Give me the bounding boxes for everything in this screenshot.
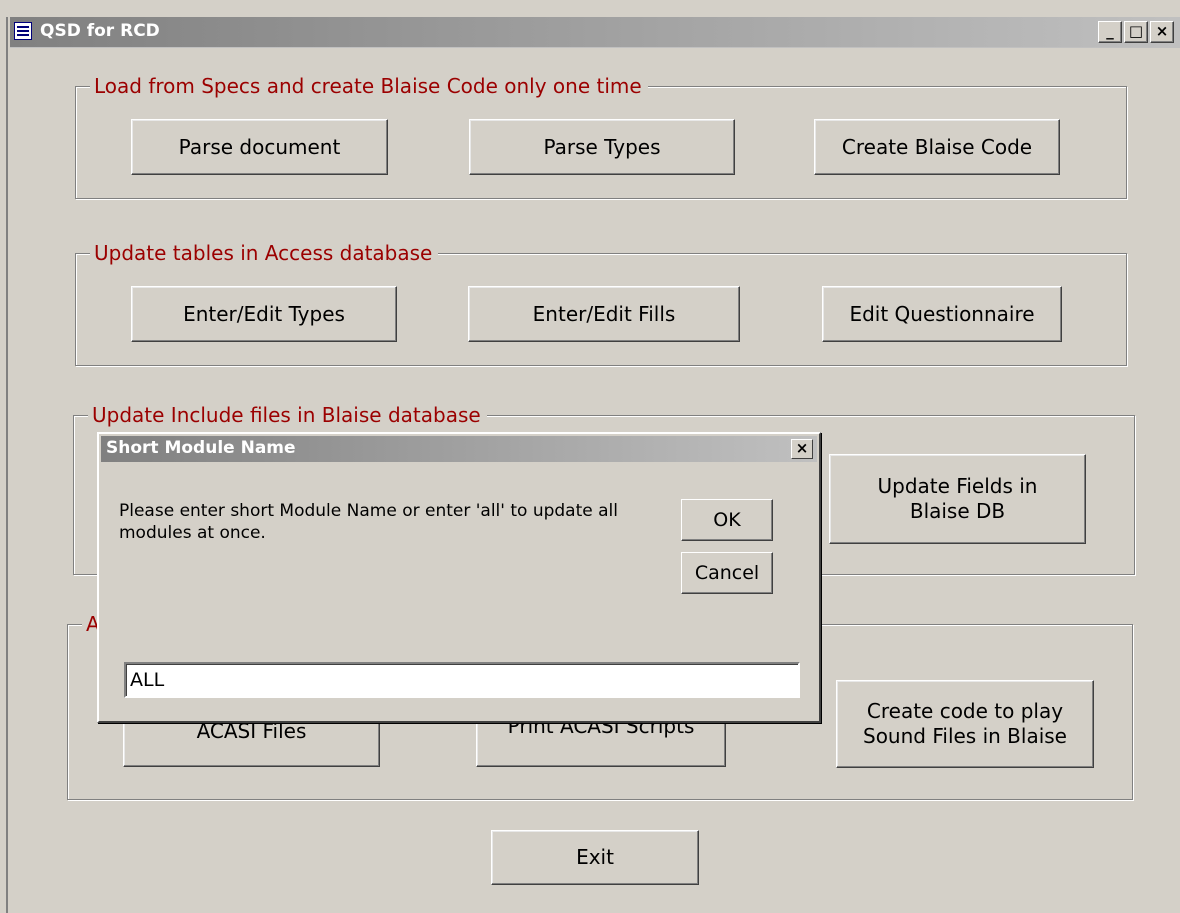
group-update-tables: Update tables in Access database Enter/E… xyxy=(75,241,1127,366)
minimize-button[interactable]: _ xyxy=(1098,21,1122,43)
dialog-message: Please enter short Module Name or enter … xyxy=(119,501,618,543)
parse-document-button[interactable]: Parse document xyxy=(131,119,388,175)
group-legend-load-from-specs: Load from Specs and create Blaise Code o… xyxy=(90,74,648,98)
dialog-title-bar[interactable]: Short Module Name × xyxy=(101,436,817,462)
window-left-border xyxy=(6,17,8,913)
cancel-button[interactable]: Cancel xyxy=(681,552,773,594)
exit-button[interactable]: Exit xyxy=(491,830,699,885)
group-legend-update-tables: Update tables in Access database xyxy=(90,241,439,265)
short-module-name-dialog: Short Module Name × Please enter short M… xyxy=(97,432,821,723)
title-bar[interactable]: QSD for RCD _ □ × xyxy=(10,17,1180,48)
group-load-from-specs: Load from Specs and create Blaise Code o… xyxy=(75,74,1127,199)
close-button[interactable]: × xyxy=(1150,21,1174,43)
create-sound-code-button[interactable]: Create code to play Sound Files in Blais… xyxy=(836,680,1094,768)
create-blaise-code-button[interactable]: Create Blaise Code xyxy=(814,119,1060,175)
maximize-button[interactable]: □ xyxy=(1124,21,1148,43)
enter-edit-types-button[interactable]: Enter/Edit Types xyxy=(131,286,397,342)
update-fields-blaise-button[interactable]: Update Fields in Blaise DB xyxy=(829,454,1086,544)
dialog-title: Short Module Name xyxy=(106,438,296,458)
group-legend-update-include-files: Update Include files in Blaise database xyxy=(88,403,487,427)
enter-edit-fills-button[interactable]: Enter/Edit Fills xyxy=(468,286,740,342)
edit-questionnaire-button[interactable]: Edit Questionnaire xyxy=(822,286,1062,342)
form-icon xyxy=(14,22,32,40)
dialog-close-icon[interactable]: × xyxy=(791,439,813,459)
module-name-input[interactable] xyxy=(124,662,800,698)
window-title: QSD for RCD xyxy=(40,21,160,41)
parse-types-button[interactable]: Parse Types xyxy=(469,119,735,175)
ok-button[interactable]: OK xyxy=(681,499,773,541)
